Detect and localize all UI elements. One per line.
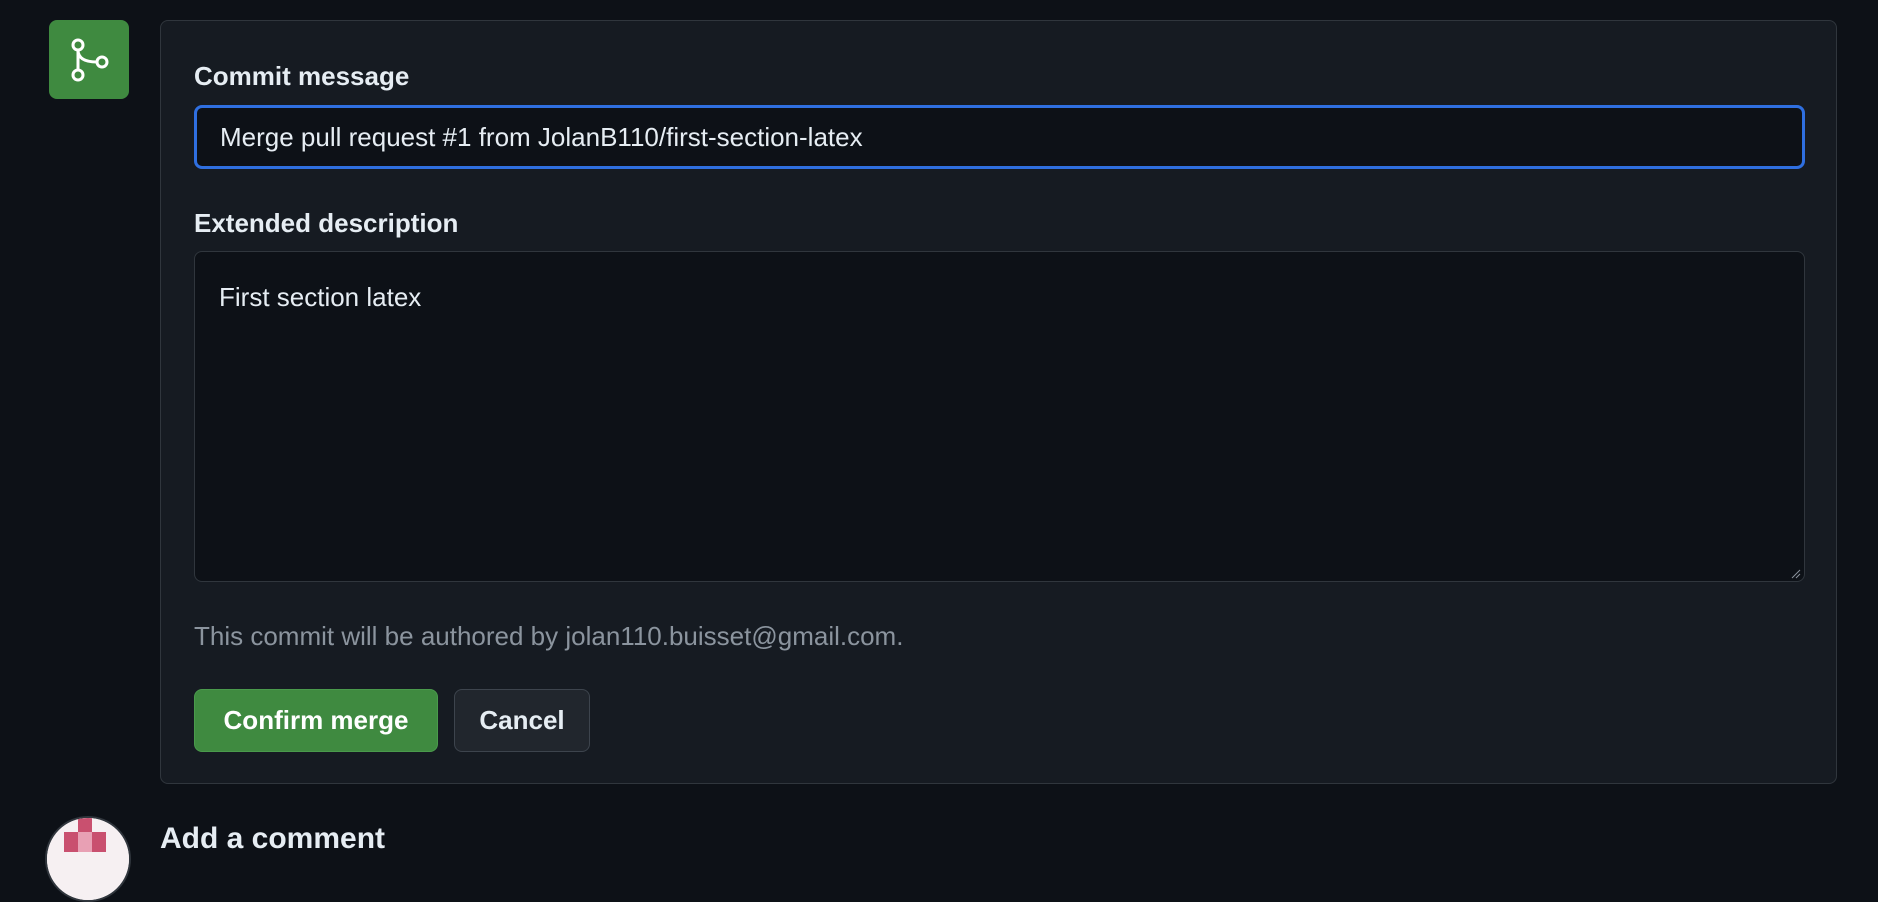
commit-message-label: Commit message	[194, 61, 410, 91]
git-merge-icon	[71, 38, 109, 81]
merge-icon-badge	[49, 20, 129, 99]
merge-form-panel: Commit message Extended description Firs…	[160, 20, 1837, 784]
identicon-avatar-icon	[47, 818, 129, 900]
resize-handle-icon[interactable]	[1791, 569, 1801, 579]
extended-description-label: Extended description	[194, 208, 459, 238]
commit-message-input[interactable]	[194, 105, 1805, 169]
extended-description-textarea[interactable]: First section latex	[194, 251, 1805, 582]
avatar	[45, 816, 131, 902]
confirm-merge-button[interactable]: Confirm merge	[194, 689, 438, 752]
cancel-button[interactable]: Cancel	[454, 689, 590, 752]
commit-author-note: This commit will be authored by jolan110…	[194, 621, 904, 651]
